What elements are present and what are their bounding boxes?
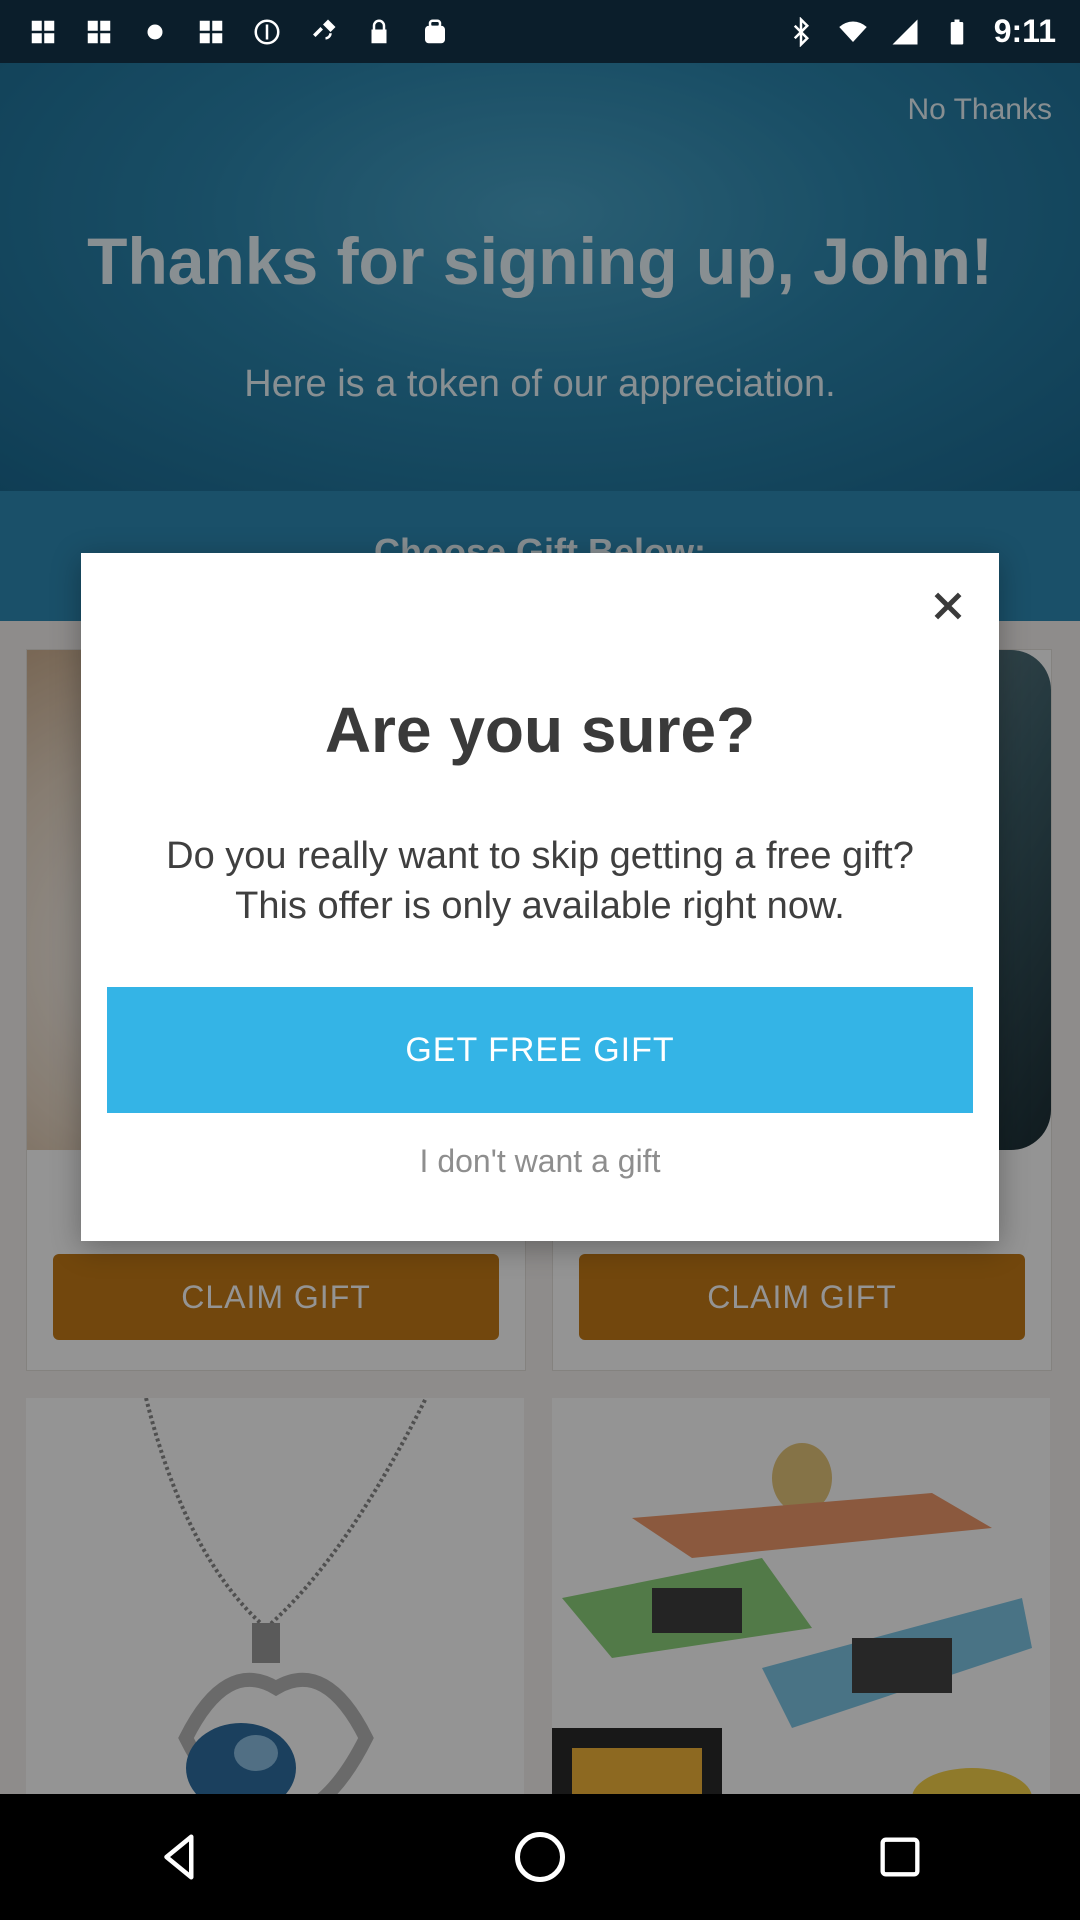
battery-icon — [942, 17, 972, 47]
close-icon[interactable] — [923, 581, 973, 631]
dialog-message: Do you really want to skip getting a fre… — [166, 835, 914, 927]
decline-gift-link[interactable]: I don't want a gift — [81, 1143, 999, 1180]
get-free-gift-button[interactable]: GET FREE GIFT — [107, 987, 973, 1113]
lock-icon — [364, 17, 394, 47]
system-icons: 9:11 — [786, 13, 1080, 50]
navigation-bar — [0, 1794, 1080, 1920]
clock: 9:11 — [993, 13, 1056, 49]
confirm-skip-dialog: Are you sure? Do you really want to skip… — [81, 553, 999, 1241]
recents-icon[interactable] — [860, 1817, 940, 1897]
back-icon[interactable] — [140, 1817, 220, 1897]
dialog-title: Are you sure? — [324, 694, 756, 766]
grid-icon — [196, 17, 226, 47]
home-icon[interactable] — [500, 1817, 580, 1897]
grid-icon — [28, 17, 58, 47]
status-bar: 9:11 — [0, 0, 1080, 63]
record-icon — [140, 17, 170, 47]
wifi-icon — [838, 17, 868, 47]
grid-icon — [84, 17, 114, 47]
signal-icon — [890, 17, 920, 47]
bag-icon — [420, 17, 450, 47]
notification-icons — [0, 17, 450, 47]
bluetooth-icon — [786, 16, 816, 47]
sync-icon — [252, 17, 282, 47]
satellite-icon — [308, 17, 338, 47]
